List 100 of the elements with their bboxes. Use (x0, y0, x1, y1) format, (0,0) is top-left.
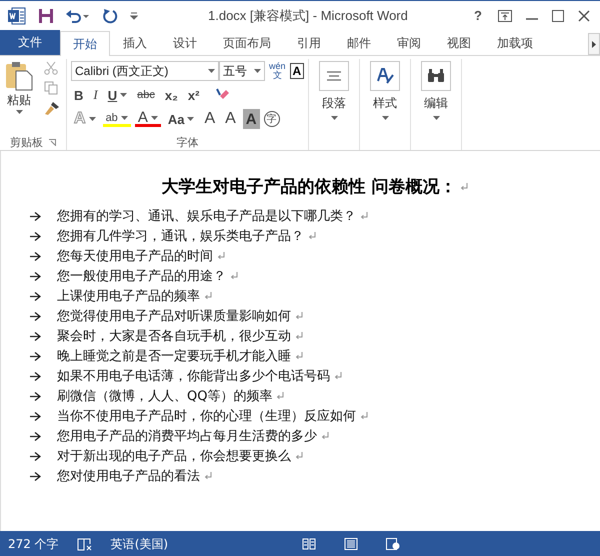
group-label: 字体 (176, 134, 199, 150)
paragraph-mark-icon (360, 412, 368, 420)
format-button[interactable]: abc (134, 85, 158, 105)
list-item-text: 您拥有的学习、通讯、娱乐电子产品是以下哪几类？ (57, 208, 356, 225)
arrow-bullet-icon (30, 472, 41, 480)
list-item-text: 您用电子产品的消费平均占每月生活费的多少 (57, 428, 317, 445)
list-item-text: 刷微信（微博，人人、QQ等）的频率 (57, 388, 272, 405)
phonetic-guide-button[interactable]: wén 文 (269, 62, 286, 80)
paste-button[interactable]: 粘贴 (0, 59, 38, 134)
proofing-book-icon[interactable] (76, 537, 93, 551)
ribbon-tab[interactable]: 开始 (60, 31, 110, 56)
styles-icon (376, 67, 394, 85)
arrow-bullet-icon (30, 452, 41, 460)
format-button[interactable]: x² (184, 85, 202, 105)
paragraph-mark-icon (460, 182, 468, 190)
paragraph-icon (327, 71, 342, 81)
arrow-bullet-icon (30, 252, 41, 260)
arrow-bullet-icon (30, 272, 41, 280)
font-effect-button[interactable]: A (201, 109, 218, 129)
paragraph-mark-icon (276, 392, 284, 400)
ribbon-tab[interactable]: 插入 (110, 31, 160, 55)
help-button[interactable]: ? (472, 8, 484, 23)
language-status[interactable]: 英语(美国) (110, 536, 168, 552)
paragraph-mark-icon (360, 212, 368, 220)
character-border-button[interactable]: A (290, 63, 304, 79)
document-title: 大学生对电子产品的依赖性 问卷概况： (162, 176, 456, 198)
undo-icon[interactable] (66, 8, 90, 22)
ribbon-tab[interactable]: 设计 (160, 31, 210, 55)
redo-icon[interactable] (102, 8, 118, 24)
list-item-text: 晚上睡觉之前是否一定要玩手机才能入睡 (57, 348, 291, 365)
caret-icon (208, 69, 215, 73)
format-button[interactable]: U (104, 85, 130, 105)
format-button[interactable]: I (90, 85, 101, 105)
font-size-dropdown[interactable]: 五号 (219, 61, 265, 81)
font-effect-button[interactable]: Aa (164, 109, 198, 129)
paragraph-mark-icon (217, 252, 225, 260)
list-item-text: 对于新出现的电子产品，你会想要更换么 (57, 448, 291, 465)
list-item-text: 如果不用电子电话薄，你能背出多少个电话号码 (57, 368, 330, 385)
ribbon-display-icon[interactable] (498, 10, 512, 22)
caret-icon (432, 116, 440, 120)
font-effect-button[interactable]: ab (102, 111, 131, 127)
list-item-text: 您拥有几件学习，通讯，娱乐类电子产品？ (57, 228, 304, 245)
ribbon-tab[interactable]: 加载项 (484, 31, 546, 55)
customize-dropdown-icon[interactable] (130, 12, 138, 20)
ribbon-tab[interactable]: 邮件 (334, 31, 384, 55)
ribbon-group-button[interactable]: 编辑 (411, 59, 462, 150)
list-item-text: 上课使用电子产品的频率 (57, 288, 200, 305)
paragraph-mark-icon (204, 472, 212, 480)
font-effect-button[interactable]: A (242, 109, 260, 129)
ribbon-tab[interactable]: 视图 (434, 31, 484, 55)
scroll-tabs-button[interactable] (588, 33, 600, 55)
paragraph-mark-icon (295, 352, 303, 360)
maximize-icon[interactable] (552, 10, 564, 22)
window-title: 1.docx [兼容模式] - Microsoft Word (208, 6, 409, 24)
word-logo-icon (8, 6, 26, 24)
font-effect-button[interactable]: 字 (264, 111, 280, 127)
paragraph-mark-icon (334, 372, 342, 380)
file-tab[interactable]: 文件 (0, 30, 60, 55)
arrow-bullet-icon (30, 352, 41, 360)
caret-icon (88, 117, 96, 121)
caret-icon (16, 110, 22, 114)
word-count[interactable]: 272 个字 (8, 536, 59, 552)
arrow-bullet-icon (30, 372, 41, 380)
list-item-text: 您对使用电子产品的看法 (57, 468, 200, 485)
print-layout-icon[interactable] (344, 538, 358, 550)
read-mode-icon[interactable] (302, 538, 316, 550)
paragraph-mark-icon (295, 452, 303, 460)
caret-icon (330, 116, 338, 120)
format-painter-icon[interactable] (44, 101, 60, 115)
ribbon-tab[interactable]: 审阅 (384, 31, 434, 55)
clipboard-icon (4, 61, 34, 91)
web-layout-icon[interactable] (386, 538, 400, 550)
caret-icon (187, 117, 194, 121)
caret-icon (254, 69, 261, 73)
triangle-right-icon (592, 40, 596, 48)
caret-icon (120, 116, 128, 120)
arrow-bullet-icon (30, 432, 41, 440)
ribbon-group-button[interactable]: 样式 (360, 59, 412, 150)
close-icon[interactable] (578, 10, 590, 22)
list-item-text: 聚会时，大家是否各自玩手机，很少互动 (57, 328, 291, 345)
arrow-bullet-icon (30, 312, 41, 320)
arrow-bullet-icon (30, 332, 41, 340)
font-effect-button[interactable]: A (222, 109, 239, 129)
ribbon-group-button[interactable]: 段落 (309, 59, 360, 150)
caret-icon (120, 93, 128, 97)
font-effect-button[interactable]: A (134, 111, 161, 127)
font-name-dropdown[interactable]: Calibri (西文正文) (71, 61, 219, 81)
arrow-bullet-icon (30, 392, 41, 400)
dialog-launcher-icon[interactable] (49, 138, 56, 146)
arrow-bullet-icon (30, 232, 41, 240)
caret-icon (150, 116, 158, 120)
format-button[interactable]: B (71, 85, 86, 105)
paragraph-mark-icon (321, 432, 329, 440)
ribbon-tab[interactable]: 引用 (284, 31, 334, 55)
binoculars-icon (427, 69, 446, 83)
format-button[interactable]: x₂ (162, 85, 181, 105)
list-item-text: 当你不使用电子产品时，你的心理（生理）反应如何 (57, 408, 356, 425)
ribbon-tab[interactable]: 页面布局 (210, 31, 284, 55)
list-item-text: 您一般使用电子产品的用途？ (57, 268, 226, 285)
paragraph-mark-icon (204, 292, 212, 300)
